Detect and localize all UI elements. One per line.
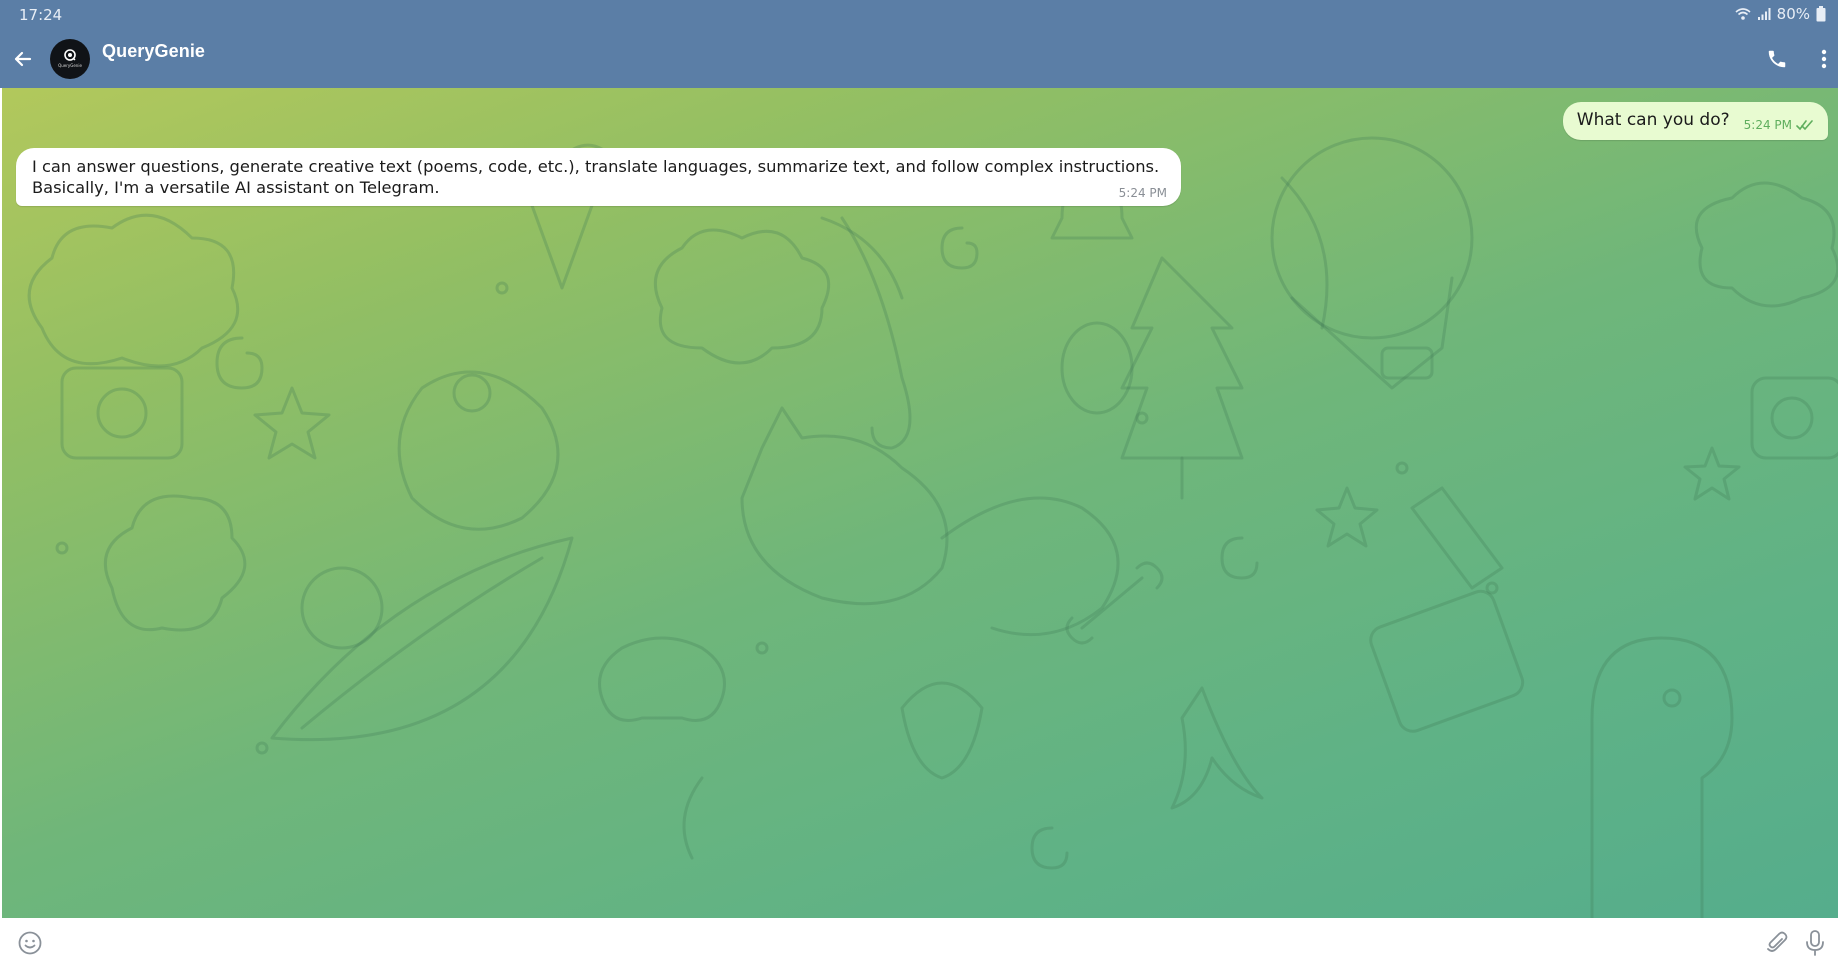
call-button[interactable] [1766, 48, 1788, 70]
back-button[interactable] [10, 46, 36, 72]
querygenie-logo-icon [64, 49, 76, 61]
wifi-icon [1735, 7, 1751, 21]
emoji-button[interactable] [17, 930, 43, 956]
attach-button[interactable] [1764, 930, 1790, 956]
message-time: 5:24 PM [1118, 186, 1167, 200]
signal-icon [1757, 7, 1771, 21]
message-text: I can answer questions, generate creativ… [32, 157, 1160, 197]
status-icons: 80% [1735, 5, 1826, 23]
message-input-bar [0, 918, 1838, 967]
message-time: 5:24 PM [1743, 118, 1792, 132]
back-arrow-icon [14, 51, 32, 67]
status-time: 17:24 [19, 6, 63, 24]
status-bar: 17:24 80% [0, 0, 1838, 30]
battery-percent: 80% [1776, 5, 1810, 23]
phone-icon [1768, 50, 1786, 68]
more-vertical-icon [1821, 49, 1827, 69]
message-input[interactable] [56, 926, 1740, 960]
paperclip-icon [1767, 931, 1788, 952]
outgoing-message-bubble[interactable]: What can you do? 5:24 PM [1562, 102, 1828, 140]
more-options-button[interactable] [1816, 47, 1832, 71]
message-meta: 5:24 PM [1744, 118, 1814, 132]
message-text: What can you do? [1576, 110, 1730, 130]
avatar[interactable]: QueryGenie [50, 39, 90, 79]
chat-header: QueryGenie QueryGenie [0, 30, 1838, 88]
chat-title[interactable]: QueryGenie [102, 41, 205, 62]
chat-area[interactable]: What can you do? 5:24 PM I can answer qu… [2, 88, 1838, 918]
emoji-icon [18, 931, 42, 955]
microphone-icon [1806, 930, 1824, 956]
incoming-message-bubble[interactable]: I can answer questions, generate creativ… [16, 148, 1181, 206]
double-check-icon [1796, 120, 1813, 131]
avatar-logo-text: QueryGenie [58, 63, 82, 68]
telegram-chat-screen: 17:24 80% QueryGenie QueryGenie What can… [0, 0, 1838, 967]
voice-record-button[interactable] [1804, 929, 1826, 957]
chat-wallpaper-doodles [27, 136, 1838, 918]
battery-icon [1816, 6, 1826, 22]
